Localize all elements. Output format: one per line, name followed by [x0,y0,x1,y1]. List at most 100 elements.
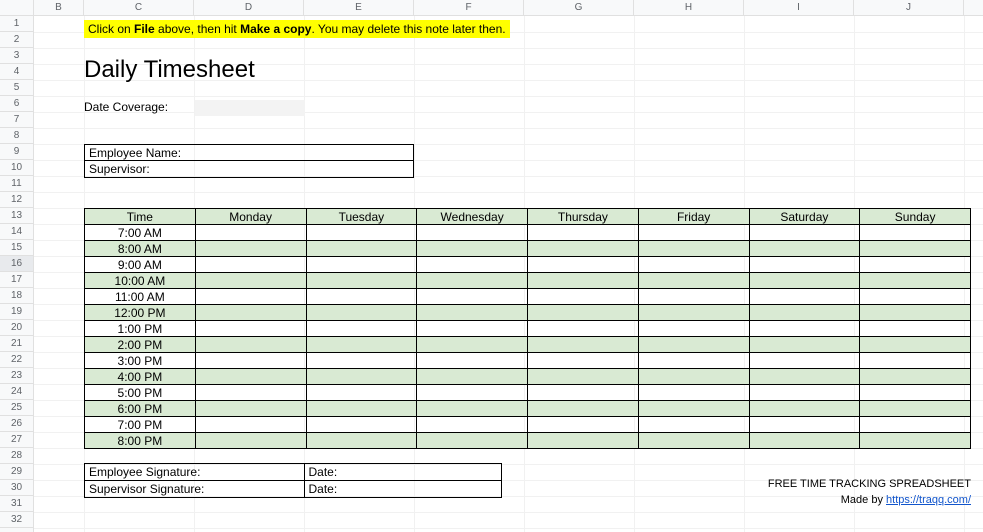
timesheet-cell[interactable] [860,385,971,401]
timesheet-cell[interactable] [417,321,528,337]
timesheet-cell[interactable] [528,417,639,433]
row-header[interactable]: 28 [0,448,33,464]
row-header[interactable]: 2 [0,32,33,48]
timesheet-cell[interactable] [638,321,749,337]
row-header[interactable]: 31 [0,496,33,512]
time-cell[interactable]: 3:00 PM [85,353,196,369]
timesheet-cell[interactable] [638,337,749,353]
timesheet-cell[interactable] [749,257,860,273]
col-header[interactable]: J [854,0,964,16]
timesheet-cell[interactable] [195,225,306,241]
timesheet-cell[interactable] [195,273,306,289]
row-header[interactable]: 23 [0,368,33,384]
timesheet-cell[interactable] [860,353,971,369]
timesheet-cell[interactable] [306,401,417,417]
timesheet-cell[interactable] [306,257,417,273]
timesheet-cell[interactable] [638,273,749,289]
row-header[interactable]: 14 [0,224,33,240]
row-header[interactable]: 30 [0,480,33,496]
time-cell[interactable]: 11:00 AM [85,289,196,305]
time-cell[interactable]: 7:00 AM [85,225,196,241]
row-header[interactable]: 10 [0,160,33,176]
footer-link[interactable]: https://traqq.com/ [886,494,971,506]
row-header[interactable]: 20 [0,320,33,336]
timesheet-cell[interactable] [195,353,306,369]
timesheet-cell[interactable] [638,417,749,433]
timesheet-cell[interactable] [749,353,860,369]
row-header[interactable]: 27 [0,432,33,448]
time-cell[interactable]: 7:00 PM [85,417,196,433]
timesheet-cell[interactable] [417,225,528,241]
timesheet-cell[interactable] [638,369,749,385]
row-header[interactable]: 21 [0,336,33,352]
timesheet-cell[interactable] [638,257,749,273]
timesheet-cell[interactable] [417,273,528,289]
timesheet-cell[interactable] [195,241,306,257]
timesheet-cell[interactable] [638,225,749,241]
row-header[interactable]: 4 [0,64,33,80]
col-header[interactable]: C [84,0,194,16]
col-header[interactable]: E [304,0,414,16]
col-header[interactable]: I [744,0,854,16]
col-header[interactable]: D [194,0,304,16]
timesheet-cell[interactable] [528,401,639,417]
timesheet-cell[interactable] [749,417,860,433]
timesheet-cell[interactable] [306,433,417,449]
time-header[interactable]: Time [85,209,196,225]
row-header[interactable]: 29 [0,464,33,480]
timesheet-cell[interactable] [417,305,528,321]
timesheet-cell[interactable] [306,241,417,257]
day-header[interactable]: Tuesday [306,209,417,225]
col-header[interactable]: B [34,0,84,16]
time-cell[interactable]: 4:00 PM [85,369,196,385]
timesheet-cell[interactable] [860,321,971,337]
timesheet-cell[interactable] [860,401,971,417]
timesheet-cell[interactable] [860,257,971,273]
timesheet-cell[interactable] [195,433,306,449]
timesheet-cell[interactable] [528,321,639,337]
timesheet-table[interactable]: TimeMondayTuesdayWednesdayThursdayFriday… [84,208,971,449]
time-cell[interactable]: 5:00 PM [85,385,196,401]
timesheet-cell[interactable] [195,305,306,321]
row-header[interactable]: 12 [0,192,33,208]
row-header[interactable]: 7 [0,112,33,128]
timesheet-cell[interactable] [528,273,639,289]
timesheet-cell[interactable] [306,369,417,385]
timesheet-cell[interactable] [860,337,971,353]
timesheet-cell[interactable] [860,273,971,289]
timesheet-cell[interactable] [417,385,528,401]
timesheet-cell[interactable] [749,305,860,321]
timesheet-cell[interactable] [417,257,528,273]
time-cell[interactable]: 2:00 PM [85,337,196,353]
row-header[interactable]: 19 [0,304,33,320]
day-header[interactable]: Friday [638,209,749,225]
row-header[interactable]: 32 [0,512,33,528]
timesheet-cell[interactable] [195,337,306,353]
timesheet-cell[interactable] [860,241,971,257]
timesheet-cell[interactable] [749,289,860,305]
timesheet-cell[interactable] [749,369,860,385]
col-header[interactable]: H [634,0,744,16]
col-header[interactable]: G [524,0,634,16]
timesheet-cell[interactable] [860,289,971,305]
row-header[interactable]: 3 [0,48,33,64]
time-cell[interactable]: 8:00 AM [85,241,196,257]
timesheet-cell[interactable] [417,369,528,385]
timesheet-cell[interactable] [638,401,749,417]
timesheet-cell[interactable] [749,273,860,289]
timesheet-cell[interactable] [195,289,306,305]
timesheet-cell[interactable] [306,353,417,369]
timesheet-cell[interactable] [638,433,749,449]
timesheet-cell[interactable] [860,417,971,433]
timesheet-cell[interactable] [528,433,639,449]
timesheet-cell[interactable] [417,289,528,305]
timesheet-cell[interactable] [306,321,417,337]
day-header[interactable]: Thursday [528,209,639,225]
row-header[interactable]: 8 [0,128,33,144]
row-header[interactable]: 22 [0,352,33,368]
col-header[interactable]: F [414,0,524,16]
row-header[interactable]: 17 [0,272,33,288]
row-header[interactable]: 15 [0,240,33,256]
timesheet-cell[interactable] [417,433,528,449]
timesheet-cell[interactable] [528,337,639,353]
